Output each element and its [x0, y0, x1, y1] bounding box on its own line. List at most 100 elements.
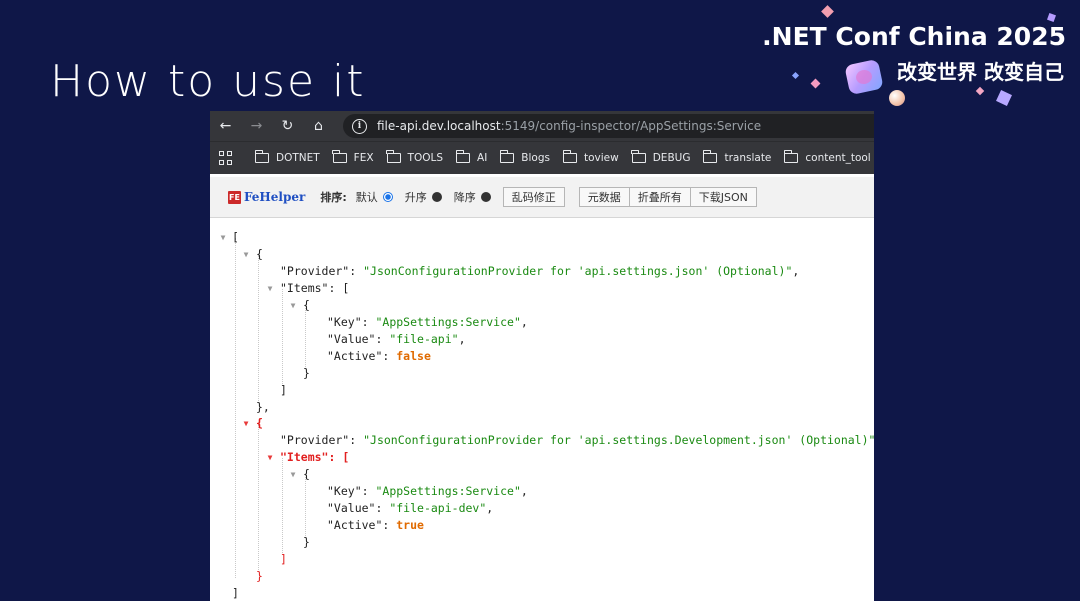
fehelper-toolbar: FE FeHelper 排序: 默认 升序 降序 乱码修正 元数据 折叠所有 下… [210, 177, 874, 218]
bookmark-label: content_tool [805, 152, 871, 164]
indent-guide [258, 424, 259, 570]
json-bracket: ] [232, 586, 239, 600]
bookmark-blogs[interactable]: Blogs [499, 150, 550, 164]
json-line: { [256, 415, 263, 432]
folder-icon [386, 150, 401, 163]
collapse-toggle-icon[interactable]: ▼ [241, 415, 251, 432]
json-line: "Items": [ [280, 281, 350, 295]
sort-default-option[interactable]: 默认 [356, 189, 393, 205]
indent-guide [235, 238, 236, 578]
json-brace: { [303, 467, 310, 481]
indent-guide [282, 289, 283, 384]
decor-dot-blue [791, 71, 800, 80]
radio-selected-icon[interactable] [382, 192, 393, 202]
json-bracket: [ [232, 230, 239, 244]
json-string: "JsonConfigurationProvider for 'api.sett… [363, 264, 793, 278]
conference-logo-icon [844, 58, 884, 96]
json-line: "Key": "AppSettings:Service", [327, 315, 528, 329]
decor-dot-rose [975, 86, 985, 96]
json-brace: { [303, 298, 310, 312]
collapse-toggle-icon[interactable]: ▼ [265, 449, 275, 466]
reload-icon[interactable]: ↻ [272, 111, 303, 141]
back-arrow-icon[interactable]: ← [210, 111, 241, 141]
decor-dot-pink [810, 78, 821, 89]
json-line: { [256, 246, 263, 263]
sort-desc-label: 降序 [453, 191, 476, 204]
json-key: "Active" [327, 349, 383, 363]
json-string: "JsonConfigurationProvider for 'api.sett… [363, 433, 874, 447]
sort-label: 排序: [320, 191, 347, 204]
decor-ball [889, 90, 905, 106]
json-line: } [256, 568, 263, 585]
fehelper-logo: FE FeHelper [228, 190, 305, 204]
json-line: }, [256, 399, 270, 416]
sort-asc-label: 升序 [404, 191, 427, 204]
radio-unselected-icon[interactable] [431, 192, 442, 202]
folder-icon [783, 150, 799, 163]
bookmark-debug[interactable]: DEBUG [631, 150, 691, 164]
fehelper-badge-icon: FE [228, 190, 241, 204]
decor-diamond-pink [821, 5, 834, 18]
forward-arrow-icon[interactable]: → [241, 111, 272, 141]
json-brace: }, [256, 400, 270, 414]
json-line: { [303, 297, 310, 314]
folder-icon [332, 150, 347, 163]
json-string: "file-api" [389, 332, 459, 346]
json-key: "Value" [327, 501, 376, 515]
json-line: "Active": false [327, 349, 431, 363]
collapse-toggle-icon[interactable]: ▼ [288, 466, 298, 483]
json-boolean: false [396, 349, 431, 363]
json-brace: } [303, 535, 310, 549]
site-info-icon[interactable]: i [352, 118, 367, 134]
json-line: } [303, 534, 310, 551]
json-key: "Provider" [280, 433, 350, 447]
bookmark-label: TOOLS [407, 152, 444, 164]
json-key: "Key" [327, 315, 362, 329]
decor-square-lilac [996, 90, 1012, 106]
metadata-button[interactable]: 元数据 [578, 187, 630, 207]
collapse-all-button[interactable]: 折叠所有 [629, 187, 691, 207]
sort-desc-option[interactable]: 降序 [454, 189, 491, 205]
radio-unselected-icon[interactable] [480, 192, 491, 202]
json-bracket: [ [342, 281, 350, 295]
bookmark-fex[interactable]: FEX [332, 150, 374, 164]
conference-slogan: 改变世界 改变自己 [897, 60, 1064, 84]
collapse-toggle-icon[interactable]: ▼ [241, 246, 251, 263]
indent-guide [258, 255, 259, 401]
browser-window: ← → ↻ ⌂ i file-api.dev.localhost:5149/co… [210, 111, 874, 601]
bookmark-translate[interactable]: translate [703, 150, 771, 164]
json-brace: } [303, 366, 310, 380]
conference-title: .NET Conf China 2025 [762, 22, 1066, 51]
bookmark-content-tool[interactable]: content_tool [783, 150, 871, 164]
json-line: "Value": "file-api-dev", [327, 501, 494, 515]
json-brace: } [256, 569, 263, 583]
download-json-button[interactable]: 下载JSON [690, 187, 757, 207]
bookmark-tools[interactable]: TOOLS [386, 150, 444, 164]
json-string: "file-api-dev" [389, 501, 487, 515]
bookmark-toview[interactable]: toview [562, 150, 619, 164]
json-bracket: ] [280, 383, 287, 397]
bookmarks-bar: DOTNET FEX TOOLS AI Blogs toview DEBUG t… [210, 141, 874, 174]
bookmark-dotnet[interactable]: DOTNET [254, 150, 320, 164]
folder-icon [562, 150, 577, 163]
fehelper-name: FeHelper [243, 190, 306, 204]
json-key: "Items" [280, 450, 329, 464]
bookmark-label: Blogs [521, 152, 550, 164]
json-line: "Provider": "JsonConfigurationProvider f… [280, 264, 800, 278]
url-bar[interactable]: i file-api.dev.localhost:5149/config-ins… [343, 114, 874, 138]
apps-grid-icon[interactable] [219, 151, 232, 165]
collapse-toggle-icon[interactable]: ▼ [218, 229, 228, 246]
json-boolean: true [396, 518, 424, 532]
fix-encoding-button[interactable]: 乱码修正 [502, 187, 565, 207]
view-button-group: 元数据 折叠所有 下载JSON [578, 187, 757, 207]
json-string: "AppSettings:Service" [375, 484, 521, 498]
home-icon[interactable]: ⌂ [303, 111, 334, 141]
bookmark-ai[interactable]: AI [455, 150, 487, 164]
json-key: "Provider" [280, 264, 350, 278]
collapse-toggle-icon[interactable]: ▼ [288, 297, 298, 314]
bookmark-label: DEBUG [652, 152, 691, 164]
sort-asc-option[interactable]: 升序 [405, 189, 442, 205]
json-bracket: ] [280, 552, 287, 566]
collapse-toggle-icon[interactable]: ▼ [265, 280, 275, 297]
json-string: "AppSettings:Service" [375, 315, 521, 329]
